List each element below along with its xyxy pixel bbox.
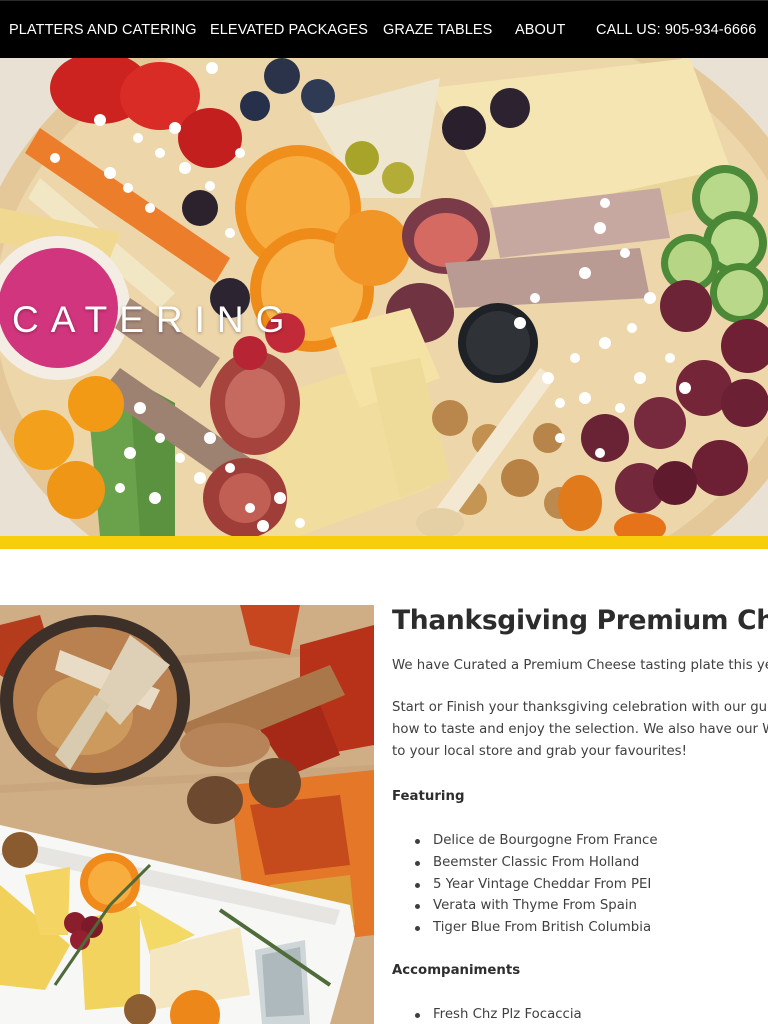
featuring-heading: Featuring <box>392 789 465 804</box>
list-item: Tiger Blue From British Columbia <box>406 917 658 939</box>
hero-charcuterie-image <box>0 58 768 536</box>
product-title: Thanksgiving Premium Chees <box>392 605 768 636</box>
accompaniments-list: Fresh Chz Plz Focaccia <box>406 1004 582 1024</box>
nav-menu: PLATTERS AND CATERING ELEVATED PACKAGES … <box>0 1 768 58</box>
cheese-plate-illustration <box>0 605 374 1024</box>
list-item: Delice de Bourgogne From France <box>406 830 658 852</box>
product-intro: We have Curated a Premium Cheese tasting… <box>392 658 768 673</box>
accompaniments-heading: Accompaniments <box>392 963 521 978</box>
list-item: Verata with Thyme From Spain <box>406 895 658 917</box>
nav-item-about[interactable]: ABOUT <box>515 1 565 59</box>
thanksgiving-cheese-plate-image <box>0 605 374 1024</box>
hero-accent-stripe <box>0 536 768 549</box>
nav-item-label: ABOUT <box>515 22 566 38</box>
product-body-line: how to taste and enjoy the selection. We… <box>392 722 768 737</box>
nav-item-graze-tables[interactable]: GRAZE TABLES <box>383 1 492 59</box>
list-item: Fresh Chz Plz Focaccia <box>406 1004 582 1024</box>
hero-title: CATERING <box>12 299 297 340</box>
product-description: Thanksgiving Premium Chees We have Curat… <box>392 605 768 1024</box>
nav-item-label: GRAZE TABLES <box>383 22 493 38</box>
product-body-line: to your local store and grab your favour… <box>392 744 687 759</box>
product-body-line: Start or Finish your thanksgiving celebr… <box>392 700 768 715</box>
nav-item-label: PLATTERS AND CATERING <box>9 22 197 38</box>
nav-item-elevated-packages[interactable]: ELEVATED PACKAGES <box>210 1 368 59</box>
top-navigation: PLATTERS AND CATERING ELEVATED PACKAGES … <box>0 0 768 58</box>
featuring-list: Delice de Bourgogne From France Beemster… <box>406 830 658 939</box>
nav-item-call-us[interactable]: CALL US: 905-934-6666 <box>596 1 756 59</box>
list-item: Beemster Classic From Holland <box>406 852 658 874</box>
nav-item-label: CALL US: 905-934-6666 <box>596 22 757 38</box>
list-item: 5 Year Vintage Cheddar From PEI <box>406 874 658 896</box>
nav-item-label: ELEVATED PACKAGES <box>210 22 369 38</box>
nav-item-platters-and-catering[interactable]: PLATTERS AND CATERING <box>9 1 197 59</box>
hero-banner: CATERING <box>0 58 768 536</box>
